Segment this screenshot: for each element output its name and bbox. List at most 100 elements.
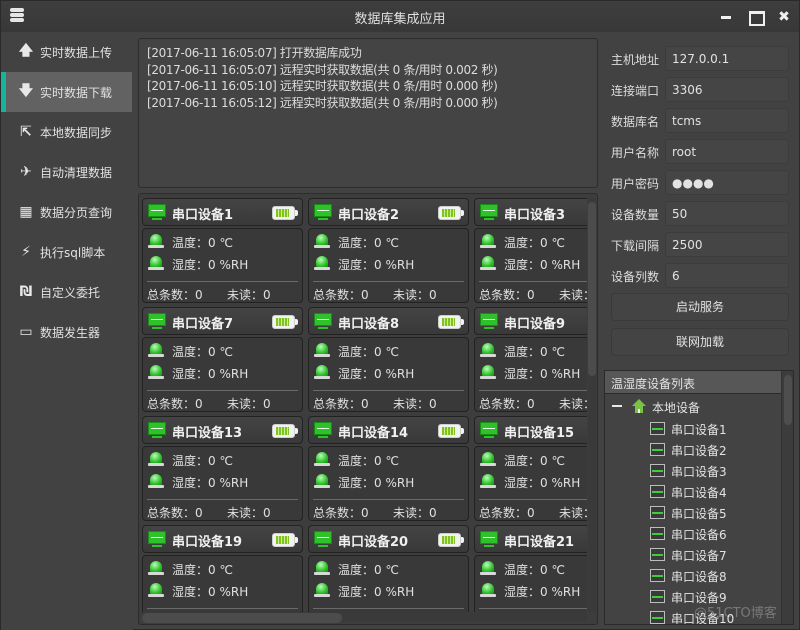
table-icon: ▦ — [19, 204, 33, 220]
device-card[interactable]: 串口设备15 温度：0 ℃ 湿度：0 %RH 总条数：0 未读：0 — [474, 416, 587, 522]
device-card[interactable]: 串口设备3 温度：0 ℃ 湿度：0 %RH 总条数：0 未读：0 — [474, 198, 587, 304]
window-title: 数据库集成应用 — [354, 12, 446, 27]
port-input[interactable] — [665, 77, 789, 102]
pulse-monitor-icon — [650, 590, 665, 603]
temperature-reading: 温度：0 ℃ — [172, 454, 233, 468]
vertical-scrollbar[interactable] — [588, 198, 596, 612]
tree-item-device[interactable]: 串口设备3 — [605, 460, 781, 481]
monitor-icon — [480, 313, 498, 330]
sidebar-item-auto-clean[interactable]: ✈ 自动清理数据 — [1, 152, 132, 192]
unread-count: 未读：0 — [393, 506, 437, 520]
horizontal-scrollbar[interactable] — [142, 612, 587, 623]
sidebar-item-custom-delegate[interactable]: ₪ 自定义委托 — [1, 272, 132, 312]
port-label: 连接端口 — [611, 84, 660, 98]
scrollbar-thumb[interactable] — [142, 613, 342, 623]
desktop-icon: ▭ — [19, 324, 33, 340]
humidity-reading: 湿度：0 %RH — [504, 585, 581, 599]
alarm-light-icon — [148, 583, 164, 597]
device-card[interactable]: 串口设备9 温度：0 ℃ 湿度：0 %RH 总条数：0 未读：0 — [474, 307, 587, 413]
alarm-light-icon — [148, 561, 164, 575]
device-tree: 温湿度设备列表 本地设备 串口设备1 串口设备2 串口设备3 串口设备4 串口设备5 串口… — [604, 370, 794, 625]
database-name-input[interactable] — [665, 108, 789, 133]
scrollbar-thumb[interactable] — [588, 202, 596, 376]
home-icon — [632, 399, 646, 413]
username-row: 用户名称 — [604, 139, 797, 165]
collapse-icon[interactable] — [612, 405, 622, 407]
close-button[interactable]: ✖ — [774, 7, 794, 27]
device-card[interactable]: 串口设备7 温度：0 ℃ 湿度：0 %RH 总条数：0 未读：0 — [142, 307, 304, 413]
tree-item-label: 串口设备7 — [671, 549, 727, 563]
tree-item-device[interactable]: 串口设备1 — [605, 418, 781, 439]
device-card[interactable]: 串口设备20温度：0 ℃湿度：0 %RH总条数：0未读：0 — [308, 525, 470, 612]
alarm-light-icon — [314, 234, 330, 248]
username-input[interactable] — [665, 139, 789, 164]
maximize-button[interactable] — [746, 7, 766, 27]
device-card-body: 温度：0 ℃湿度：0 %RH总条数：0未读：0 — [474, 555, 587, 612]
divider — [479, 608, 587, 609]
log-output[interactable]: [2017-06-11 16:05:07] 打开数据库成功 [2017-06-1… — [138, 38, 598, 188]
start-service-button[interactable]: 启动服务 — [611, 293, 789, 321]
divider — [147, 608, 298, 609]
plug-icon: ⚡ — [21, 244, 31, 260]
sidebar-item-local-sync[interactable]: ⇱ 本地数据同步 — [1, 112, 132, 152]
share-icon: ⇱ — [20, 124, 32, 140]
sidebar-item-run-sql[interactable]: ⚡ 执行sql脚本 — [1, 232, 132, 272]
device-count-label: 设备数量 — [611, 208, 660, 222]
device-card-body: 温度：0 ℃湿度：0 %RH总条数：0未读：0 — [142, 555, 303, 612]
total-count: 总条数：0 — [479, 397, 535, 411]
monitor-icon — [314, 422, 332, 439]
tree-item-label: 串口设备4 — [671, 486, 727, 500]
divider — [147, 281, 298, 282]
battery-icon — [438, 533, 464, 547]
tree-item-device[interactable]: 串口设备6 — [605, 523, 781, 544]
alarm-light-icon — [480, 452, 496, 466]
device-card-header: 串口设备7 — [142, 307, 303, 335]
monitor-icon — [148, 422, 166, 439]
sidebar-item-paged-query[interactable]: ▦ 数据分页查询 — [1, 192, 132, 232]
pulse-monitor-icon — [650, 422, 665, 435]
temperature-reading: 温度：0 ℃ — [172, 345, 233, 359]
plane-icon: ✈ — [20, 164, 32, 180]
password-input[interactable] — [665, 170, 789, 195]
unread-count: 未读：0 — [559, 288, 587, 302]
device-card[interactable]: 串口设备14 温度：0 ℃ 湿度：0 %RH 总条数：0 未读：0 — [308, 416, 470, 522]
tree-scrollbar[interactable] — [781, 371, 793, 624]
device-card-header: 串口设备2 — [308, 198, 469, 226]
device-count-input[interactable] — [665, 201, 789, 226]
log-line: [2017-06-11 16:05:12] 远程实时获取数据(共 0 条/用时 … — [147, 95, 498, 110]
unread-count: 未读：0 — [393, 288, 437, 302]
tree-item-device[interactable]: 串口设备8 — [605, 565, 781, 586]
device-card[interactable]: 串口设备13 温度：0 ℃ 湿度：0 %RH 总条数：0 未读：0 — [142, 416, 304, 522]
sidebar-item-realtime-download[interactable]: 🡇 实时数据下载 — [1, 72, 132, 112]
scrollbar-thumb[interactable] — [784, 375, 792, 425]
unread-count: 未读：0 — [227, 506, 271, 520]
tree-item-device[interactable]: 串口设备7 — [605, 544, 781, 565]
alarm-light-icon — [314, 583, 330, 597]
tree-root-local-devices[interactable]: 本地设备 — [605, 396, 781, 416]
download-interval-input[interactable] — [665, 232, 789, 257]
pulse-monitor-icon — [650, 464, 665, 477]
device-columns-input[interactable] — [665, 263, 789, 288]
device-card[interactable]: 串口设备8 温度：0 ℃ 湿度：0 %RH 总条数：0 未读：0 — [308, 307, 470, 413]
host-input[interactable] — [665, 46, 789, 71]
pulse-monitor-icon — [650, 506, 665, 519]
device-card-header: 串口设备3 — [474, 198, 587, 226]
sidebar-item-data-generator[interactable]: ▭ 数据发生器 — [1, 312, 132, 352]
tree-item-device[interactable]: 串口设备4 — [605, 481, 781, 502]
tree-item-device[interactable]: 串口设备2 — [605, 439, 781, 460]
battery-icon — [272, 206, 298, 220]
humidity-reading: 湿度：0 %RH — [172, 258, 249, 272]
device-card[interactable]: 串口设备19温度：0 ℃湿度：0 %RH总条数：0未读：0 — [142, 525, 304, 612]
password-row: 用户密码 — [604, 170, 797, 196]
device-card[interactable]: 串口设备2 温度：0 ℃ 湿度：0 %RH 总条数：0 未读：0 — [308, 198, 470, 304]
tree-item-device[interactable]: 串口设备5 — [605, 502, 781, 523]
tree-item-label: 串口设备1 — [671, 423, 727, 437]
tree-item-label: 串口设备8 — [671, 570, 727, 584]
device-card[interactable]: 串口设备21 温度：0 ℃湿度：0 %RH总条数：0未读：0 — [474, 525, 587, 612]
minimize-button[interactable] — [717, 7, 737, 27]
device-card[interactable]: 串口设备1 温度：0 ℃ 湿度：0 %RH 总条数：0 未读：0 — [142, 198, 304, 304]
database-name-row: 数据库名 — [604, 108, 797, 134]
device-name: 串口设备21 — [504, 535, 575, 550]
network-load-button[interactable]: 联网加载 — [611, 328, 789, 356]
sidebar-item-realtime-upload[interactable]: 🡅 实时数据上传 — [1, 32, 132, 72]
